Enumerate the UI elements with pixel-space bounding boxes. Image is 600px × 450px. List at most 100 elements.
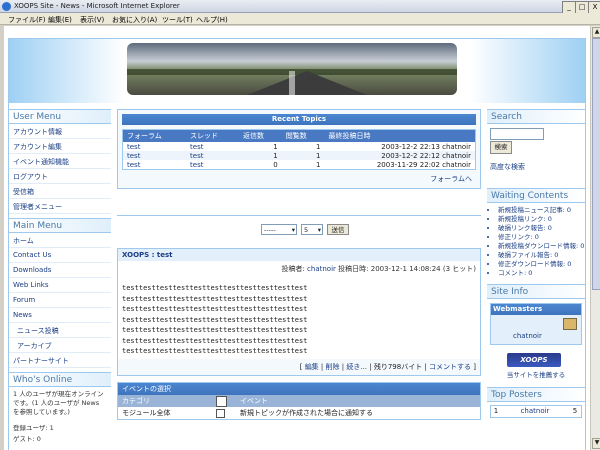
forum-link[interactable]: test bbox=[127, 152, 140, 160]
advanced-search-link[interactable]: 高度な検索 bbox=[490, 163, 525, 171]
thread-link[interactable]: test bbox=[190, 143, 203, 151]
list-item[interactable]: 破損リンク報告: 0 bbox=[498, 224, 585, 233]
banner-image bbox=[127, 43, 457, 95]
delete-link[interactable]: 削除 bbox=[326, 363, 340, 371]
category-select[interactable]: ----- ▾ bbox=[261, 224, 297, 235]
list-item[interactable]: 新規投稿ダウンロード情報: 0 bbox=[498, 242, 585, 251]
ie-icon bbox=[2, 2, 11, 11]
webmasters-box: Webmasters chatnoir bbox=[490, 303, 582, 345]
submit-button[interactable]: 送信 bbox=[327, 224, 349, 235]
event-row-label: モジュール全体 bbox=[122, 408, 171, 417]
main-menu-item-home[interactable]: ホーム bbox=[9, 233, 111, 248]
webmasters-title: Webmasters bbox=[491, 304, 581, 315]
main-menu-item-forum[interactable]: Forum bbox=[9, 293, 111, 308]
waiting-list: 新規投稿ニュース記事: 0 新規投稿リンク: 0 破損リンク報告: 0 修正リン… bbox=[487, 206, 585, 278]
user-menu-item-account[interactable]: アカウント情報 bbox=[9, 124, 111, 139]
col-views: 閲覧数 bbox=[281, 130, 325, 142]
poster-count: 5 bbox=[572, 407, 578, 415]
site-header bbox=[9, 39, 585, 103]
whos-online-guests: ゲスト: 0 bbox=[13, 435, 41, 443]
webmaster-link[interactable]: chatnoir bbox=[513, 332, 542, 340]
views-cell: 1 bbox=[315, 160, 321, 169]
main-menu-item-contact[interactable]: Contact Us bbox=[9, 248, 111, 263]
waiting-contents-title: Waiting Contents bbox=[487, 188, 585, 203]
whos-online-text: 1 人のユーザが現在オンラインです。(1 人のユーザが News を参照していま… bbox=[13, 390, 104, 416]
select-all-checkbox[interactable] bbox=[216, 395, 227, 407]
event-header: イベント bbox=[240, 396, 268, 405]
last-post-cell: 2003-11-29 22:02 chatnoir bbox=[376, 160, 471, 169]
comment-link[interactable]: コメントする bbox=[429, 363, 471, 371]
read-more-link[interactable]: 続き... bbox=[346, 363, 367, 371]
list-item[interactable]: 修正ダウンロード情報: 0 bbox=[498, 260, 585, 269]
article-title[interactable]: XOOPS : test bbox=[118, 249, 480, 261]
scroll-down-icon[interactable]: ▼ bbox=[592, 438, 600, 449]
views-cell: 1 bbox=[315, 151, 321, 160]
event-checkbox[interactable] bbox=[216, 408, 225, 418]
menu-edit[interactable]: 編集(E) bbox=[48, 15, 72, 25]
main-menu-item-partners[interactable]: パートナーサイト bbox=[9, 353, 111, 368]
list-item[interactable]: 新規投稿リンク: 0 bbox=[498, 215, 585, 224]
chevron-down-icon: ▾ bbox=[291, 226, 295, 234]
main-menu-item-news[interactable]: News bbox=[9, 308, 111, 323]
user-menu-item-inbox[interactable]: 受信箱 bbox=[9, 184, 111, 199]
edit-link[interactable]: 編集 bbox=[305, 363, 319, 371]
scroll-up-icon[interactable]: ▲ bbox=[592, 27, 600, 38]
site-info-title: Site Info bbox=[487, 284, 585, 299]
replies-cell: 1 bbox=[273, 142, 278, 151]
table-row: test test 0 1 2003-11-29 22:02 chatnoir bbox=[123, 160, 475, 169]
menu-view[interactable]: 表示(V) bbox=[80, 15, 104, 25]
window-titlebar: XOOPS Site - News - Microsoft Internet E… bbox=[0, 0, 600, 14]
event-cat-header: カテゴリ bbox=[122, 396, 150, 405]
user-menu-item-edit-account[interactable]: アカウント編集 bbox=[9, 139, 111, 154]
thread-link[interactable]: test bbox=[190, 161, 203, 169]
window-title: XOOPS Site - News - Microsoft Internet E… bbox=[14, 2, 180, 10]
poster-link[interactable]: chatnoir bbox=[307, 265, 336, 273]
main-menu-item-archive[interactable]: アーカイブ bbox=[9, 338, 111, 353]
event-select-block: イベントの選択 カテゴリ イベント モジュール全体 新規トピックが作成された場合… bbox=[117, 381, 481, 420]
user-menu-item-logout[interactable]: ログアウト bbox=[9, 169, 111, 184]
col-last-post: 最終投稿日時 bbox=[324, 130, 475, 142]
top-poster-row: 1 chatnoir 5 bbox=[490, 405, 582, 418]
message-icon[interactable] bbox=[563, 318, 577, 330]
forum-link[interactable]: test bbox=[127, 143, 140, 151]
last-post-cell: 2003-12-2 22:12 chatnoir bbox=[381, 151, 471, 160]
thread-link[interactable]: test bbox=[190, 152, 203, 160]
forum-link[interactable]: test bbox=[127, 161, 140, 169]
menu-help[interactable]: ヘルプ(H) bbox=[196, 15, 228, 25]
replies-cell: 1 bbox=[273, 151, 278, 160]
list-item[interactable]: 新規投稿ニュース記事: 0 bbox=[498, 206, 585, 215]
post-date: 投稿日時: 2003-12-1 14:08:24 (3 ヒット) bbox=[338, 265, 476, 273]
list-item[interactable]: 修正リンク: 0 bbox=[498, 233, 585, 242]
table-row: test test 1 1 2003-12-2 22:12 chatnoir bbox=[123, 151, 475, 160]
count-select[interactable]: 5 ▾ bbox=[301, 224, 323, 235]
search-input[interactable] bbox=[490, 128, 544, 140]
forum-more-link[interactable]: フォーラムへ bbox=[430, 175, 472, 183]
list-item[interactable]: コメント: 0 bbox=[498, 269, 585, 278]
user-menu-item-notifications[interactable]: イベント通知機能 bbox=[9, 154, 111, 169]
xoops-page: User Menu アカウント情報 アカウント編集 イベント通知機能 ログアウト… bbox=[8, 38, 586, 450]
col-thread: スレッド bbox=[186, 130, 240, 142]
article-body: testtesttesttesttesttesttesttesttesttest… bbox=[122, 284, 308, 355]
pager: ----- ▾ 5 ▾ 送信 bbox=[117, 216, 481, 246]
menu-file[interactable]: ファイル(F) bbox=[8, 15, 46, 25]
main-menu-title: Main Menu bbox=[9, 218, 111, 233]
right-column: Search 検索 高度な検索 Waiting Contents 新規投稿ニュー… bbox=[487, 109, 585, 418]
top-poster-link[interactable]: chatnoir bbox=[501, 406, 569, 417]
views-cell: 1 bbox=[315, 142, 321, 151]
main-menu-item-submit-news[interactable]: ニュース投稿 bbox=[9, 323, 111, 338]
vertical-scrollbar[interactable]: ▲ ▼ bbox=[590, 26, 600, 450]
recommend-link[interactable]: 当サイトを推薦する bbox=[487, 369, 585, 379]
whos-online-title: Who's Online bbox=[9, 372, 111, 387]
top-posters-title: Top Posters bbox=[487, 387, 585, 402]
search-button[interactable]: 検索 bbox=[490, 141, 512, 154]
main-menu-item-downloads[interactable]: Downloads bbox=[9, 263, 111, 278]
menu-tools[interactable]: ツール(T) bbox=[162, 15, 193, 25]
recent-topics-block: Recent Topics フォーラム スレッド 返信数 閲覧数 最終投稿日時 … bbox=[117, 109, 481, 189]
chevron-down-icon: ▾ bbox=[317, 226, 321, 234]
menu-favorites[interactable]: お気に入り(A) bbox=[112, 15, 157, 25]
list-item[interactable]: 破損ファイル報告: 0 bbox=[498, 251, 585, 260]
xoops-logo: XOOPS bbox=[507, 353, 561, 367]
main-menu-item-weblinks[interactable]: Web Links bbox=[9, 278, 111, 293]
scroll-thumb[interactable] bbox=[592, 38, 600, 290]
user-menu-item-admin[interactable]: 管理者メニュー bbox=[9, 199, 111, 214]
